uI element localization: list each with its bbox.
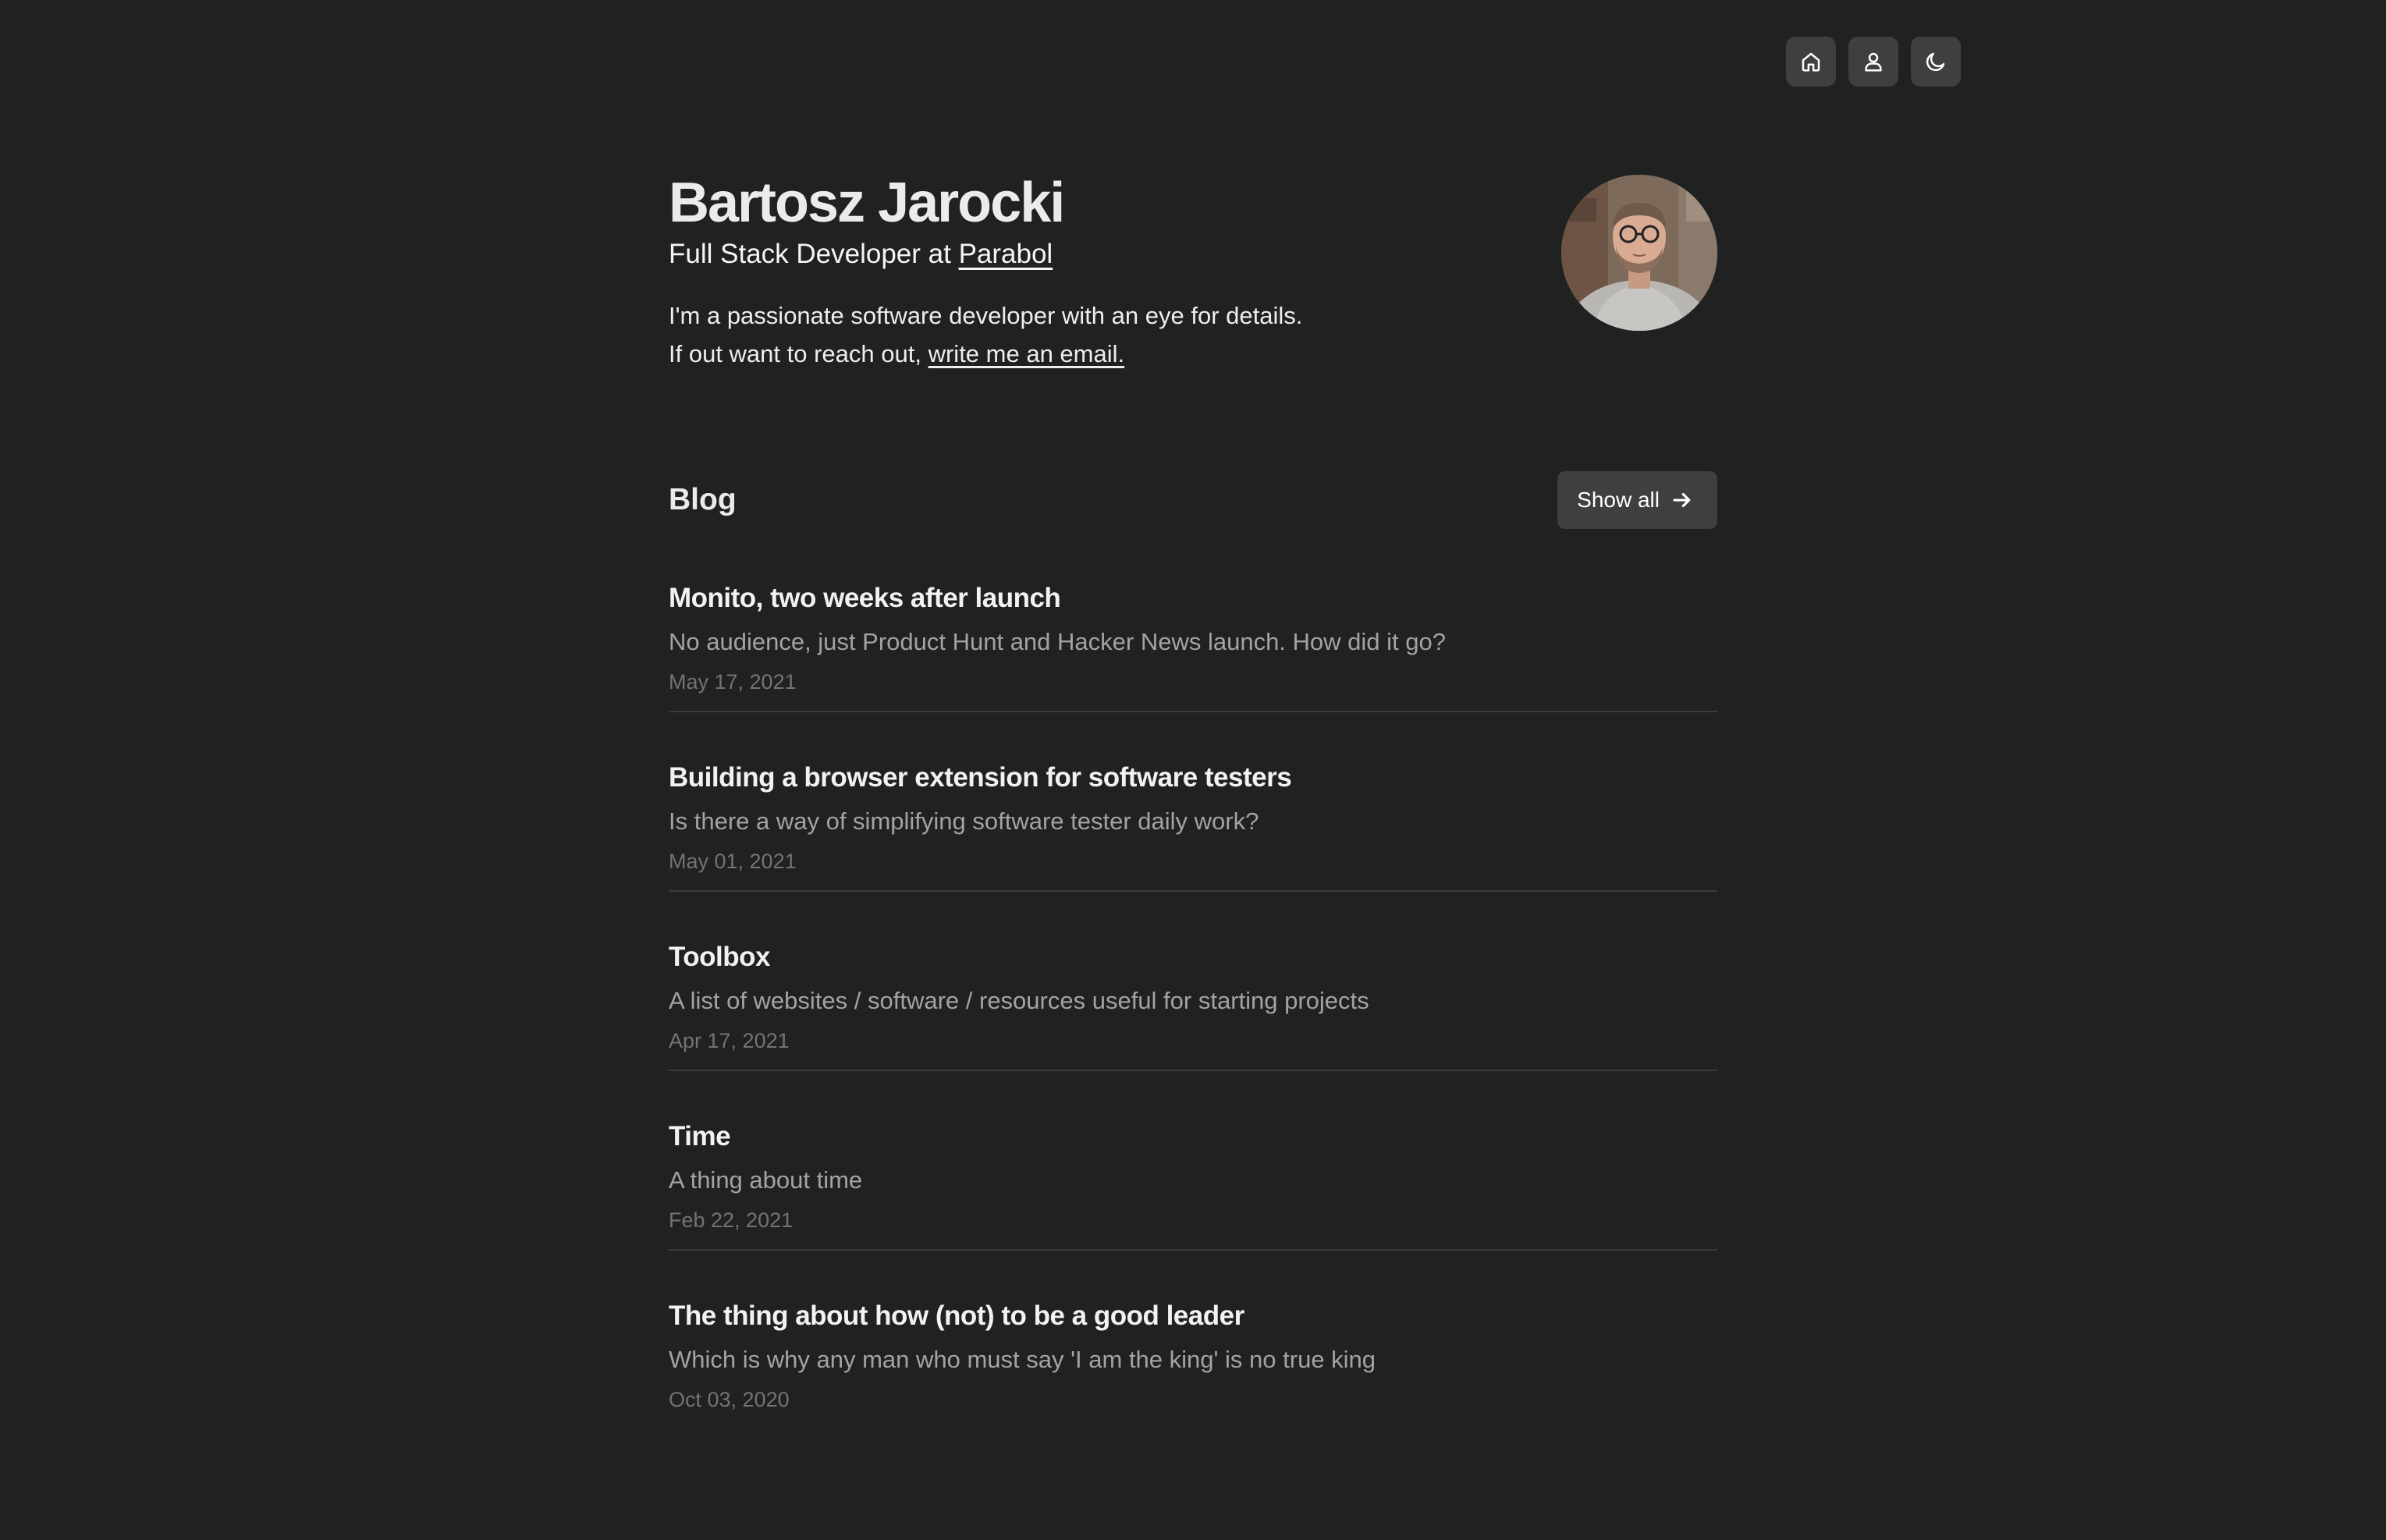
show-all-label: Show all: [1577, 488, 1660, 512]
post-description: A thing about time: [669, 1166, 863, 1194]
bio-line-1: I'm a passionate software developer with…: [669, 302, 1303, 329]
about-button[interactable]: [1848, 37, 1898, 87]
post-date: Oct 03, 2020: [669, 1388, 790, 1411]
blog-post[interactable]: Building a browser extension for softwar…: [669, 743, 1717, 892]
home-button[interactable]: [1786, 37, 1836, 87]
hero-section: Bartosz Jarocki Full Stack Developer at …: [669, 0, 1717, 406]
main-content: Bartosz Jarocki Full Stack Developer at …: [669, 0, 1717, 1411]
job-title: Full Stack Developer at Parabol: [669, 236, 1053, 273]
bio: I'm a passionate software developer with…: [669, 296, 1302, 373]
post-description: Which is why any man who must say 'I am …: [669, 1346, 1376, 1373]
post-description: Is there a way of simplifying software t…: [669, 807, 1259, 835]
blog-post[interactable]: The thing about how (not) to be a good l…: [669, 1282, 1717, 1428]
blog-post[interactable]: Toolbox A list of websites / software / …: [669, 923, 1717, 1071]
post-date: May 17, 2021: [669, 670, 797, 694]
show-all-button[interactable]: Show all: [1557, 471, 1717, 529]
company-link[interactable]: Parabol: [959, 239, 1053, 269]
user-icon: [1865, 52, 1882, 72]
page-title: Bartosz Jarocki: [669, 172, 1065, 234]
blog-header: Blog Show all: [669, 471, 1717, 529]
post-date: May 01, 2021: [669, 850, 797, 873]
blog-post[interactable]: Time A thing about time Feb 22, 2021: [669, 1102, 1717, 1251]
job-title-prefix: Full Stack Developer at: [669, 239, 959, 269]
home-icon: [1802, 52, 1820, 72]
post-date: Apr 17, 2021: [669, 1029, 790, 1052]
post-description: A list of websites / software / resource…: [669, 987, 1369, 1014]
email-link[interactable]: write me an email.: [928, 340, 1125, 367]
post-title[interactable]: Building a browser extension for softwar…: [669, 743, 1717, 795]
post-title[interactable]: The thing about how (not) to be a good l…: [669, 1282, 1717, 1333]
theme-toggle-button[interactable]: [1911, 37, 1961, 87]
blog-post-list: Monito, two weeks after launch No audien…: [669, 564, 1717, 1460]
post-description: No audience, just Product Hunt and Hacke…: [669, 628, 1446, 655]
post-title[interactable]: Time: [669, 1102, 1717, 1154]
bio-line-2-prefix: If out want to reach out,: [669, 340, 928, 367]
moon-icon: [1926, 52, 1945, 72]
arrow-right-icon: [1673, 492, 1691, 508]
top-nav: [1786, 37, 1961, 87]
blog-title: Blog: [669, 483, 737, 516]
post-title[interactable]: Monito, two weeks after launch: [669, 564, 1717, 616]
avatar: [1561, 175, 1717, 331]
post-title[interactable]: Toolbox: [669, 923, 1717, 974]
post-date: Feb 22, 2021: [669, 1208, 794, 1232]
blog-post[interactable]: Monito, two weeks after launch No audien…: [669, 564, 1717, 712]
avatar-photo: [1561, 175, 1717, 331]
